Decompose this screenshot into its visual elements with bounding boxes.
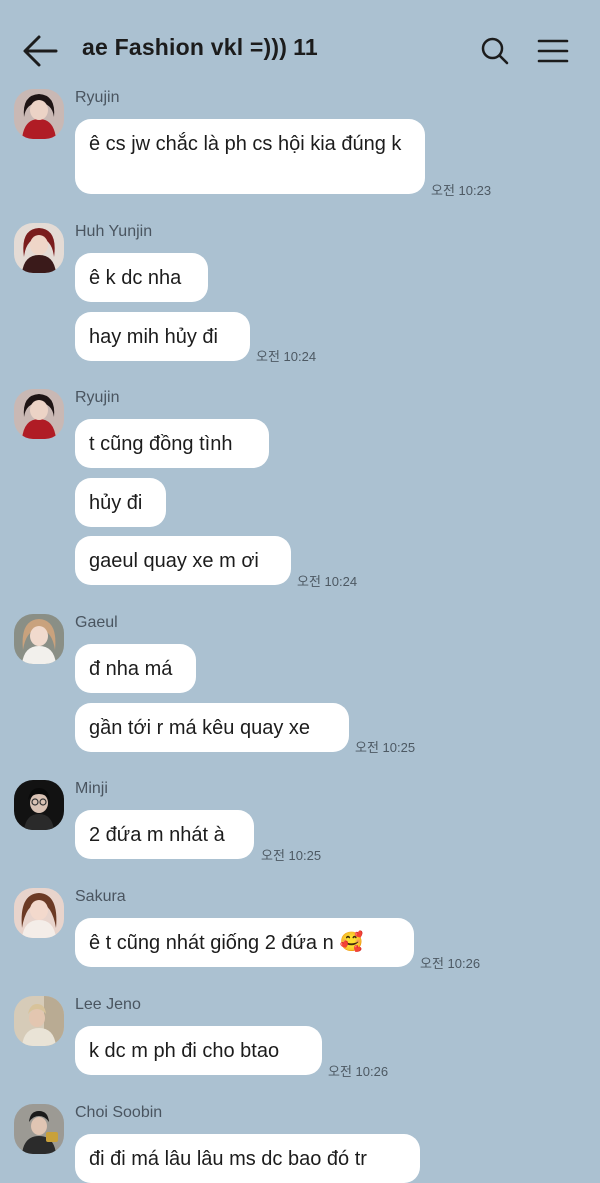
- member-count: 11: [293, 34, 318, 60]
- sender-name: Ryujin: [75, 389, 120, 406]
- avatar[interactable]: [14, 780, 64, 830]
- message-time: 오전 10:24: [297, 574, 358, 589]
- avatar[interactable]: [14, 614, 64, 664]
- message-time: 오전 10:23: [431, 183, 492, 198]
- message-time: 오전 10:25: [261, 848, 322, 863]
- sender-name: Sakura: [75, 888, 126, 905]
- message-bubble[interactable]: t cũng đồng tình: [75, 419, 269, 468]
- hamburger-menu-icon[interactable]: [537, 37, 569, 65]
- message-bubble[interactable]: hủy đi: [75, 478, 166, 527]
- message-bubble[interactable]: k dc m ph đi cho btao: [75, 1026, 322, 1075]
- sender-name: Ryujin: [75, 89, 120, 106]
- chat-title-text: ae Fashion vkl =))): [82, 34, 288, 60]
- avatar[interactable]: [14, 888, 64, 938]
- message-bubble[interactable]: gaeul quay xe m ơi: [75, 536, 291, 585]
- arrow-left-icon[interactable]: [22, 34, 58, 68]
- avatar[interactable]: [14, 223, 64, 273]
- message-bubble[interactable]: ê t cũng nhát giống 2 đứa n 🥰: [75, 918, 414, 967]
- message-bubble[interactable]: 2 đứa m nhát à: [75, 810, 254, 859]
- message-bubble[interactable]: đi đi má lâu lâu ms dc bao đó tr: [75, 1134, 420, 1183]
- message-bubble[interactable]: ê k dc nha: [75, 253, 208, 302]
- message-bubble[interactable]: gần tới r má kêu quay xe: [75, 703, 349, 752]
- message-time: 오전 10:25: [355, 740, 416, 755]
- avatar[interactable]: [14, 389, 64, 439]
- search-icon[interactable]: [480, 36, 510, 66]
- chat-header: ae Fashion vkl =))) 11: [0, 0, 600, 100]
- message-bubble[interactable]: đ nha má: [75, 644, 196, 693]
- avatar[interactable]: [14, 996, 64, 1046]
- avatar[interactable]: [14, 89, 64, 139]
- chat-title: ae Fashion vkl =))) 11: [82, 34, 318, 61]
- sender-name: Minji: [75, 780, 108, 797]
- avatar[interactable]: [14, 1104, 64, 1154]
- sender-name: Huh Yunjin: [75, 223, 153, 240]
- message-text: ê t cũng nhát giống 2 đứa n: [89, 931, 334, 954]
- sender-name: Choi Soobin: [75, 1104, 163, 1121]
- smiling-face-hearts-emoji: 🥰: [339, 931, 364, 953]
- message-time: 오전 10:24: [256, 349, 317, 364]
- message-bubble[interactable]: hay mih hủy đi: [75, 312, 250, 361]
- message-time: 오전 10:26: [420, 956, 481, 971]
- message-time: 오전 10:26: [328, 1064, 389, 1079]
- sender-name: Gaeul: [75, 614, 118, 631]
- message-bubble[interactable]: ê cs jw chắc là ph cs hội kia đúng k: [75, 119, 425, 194]
- sender-name: Lee Jeno: [75, 996, 141, 1013]
